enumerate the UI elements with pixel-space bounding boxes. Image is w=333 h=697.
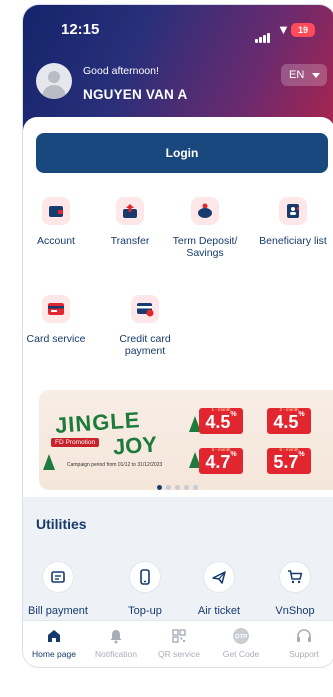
signal-icon xyxy=(255,26,271,43)
greeting-text: Good afternoon! xyxy=(83,65,159,77)
service-account[interactable]: Account xyxy=(23,197,91,247)
pagination-dot[interactable] xyxy=(157,485,162,490)
rate-value: 4.5 xyxy=(273,412,299,432)
rate-badge: 1 - month 4.5% xyxy=(199,407,243,434)
service-beneficiary-list[interactable]: Beneficiary list xyxy=(258,197,328,247)
nav-qr-service[interactable]: QR service xyxy=(148,627,210,659)
rate-value: 5.7 xyxy=(273,452,299,472)
rate-badge: 2 - month 4.5% xyxy=(267,407,311,434)
nav-notification[interactable]: Notification xyxy=(85,627,147,659)
rate-term: 2 - month xyxy=(279,407,299,412)
service-label: Term Deposit/ Savings xyxy=(172,235,238,259)
avatar[interactable] xyxy=(36,63,72,99)
avatar-body-shape xyxy=(42,85,66,99)
piggy-bank-icon xyxy=(191,197,219,225)
user-name: NGUYEN VAN A xyxy=(83,87,188,102)
avatar-head-shape xyxy=(48,71,60,83)
banner-pagination[interactable] xyxy=(157,485,217,493)
rate-badge: 3 - month 4.7% xyxy=(199,447,243,474)
nav-label: QR service xyxy=(157,649,201,659)
card-icon xyxy=(42,295,70,323)
service-label: Card service xyxy=(26,333,86,345)
phone-screen: 12:15 ▼ 19 Good afternoon! NGUYEN VAN A … xyxy=(23,5,333,667)
login-button[interactable]: Login xyxy=(36,133,328,173)
pagination-dot[interactable] xyxy=(193,485,198,490)
otp-icon: OTP xyxy=(210,627,272,645)
utility-label: VnShop xyxy=(275,605,315,617)
utility-air-ticket[interactable]: Air ticket xyxy=(183,561,255,617)
christmas-tree-icon xyxy=(43,454,55,470)
service-term-deposit[interactable]: Term Deposit/ Savings xyxy=(170,197,240,259)
transfer-icon xyxy=(116,197,144,225)
bell-icon xyxy=(85,627,147,645)
phone-icon xyxy=(129,561,161,593)
wifi-icon: ▼ xyxy=(277,22,290,37)
pagination-dot[interactable] xyxy=(175,485,180,490)
chevron-down-icon xyxy=(312,73,320,78)
credit-card-payment-icon xyxy=(131,295,159,323)
utility-top-up[interactable]: Top-up xyxy=(109,561,181,617)
contact-book-icon xyxy=(279,197,307,225)
utility-vnshop[interactable]: VnShop xyxy=(259,561,331,617)
service-credit-card-payment[interactable]: Credit card payment xyxy=(110,295,180,357)
nav-label: Get Code xyxy=(222,649,260,659)
nav-label: Notification xyxy=(94,649,138,659)
nav-get-code[interactable]: OTP Get Code xyxy=(210,627,272,659)
rate-term: 3 - month xyxy=(211,447,231,452)
banner-campaign-period: Campaign period from 01/12 to 31/12/2023 xyxy=(67,462,163,468)
rate-value: 4.5 xyxy=(205,412,231,432)
banner-title-line2: JOY xyxy=(112,431,158,460)
pagination-dot[interactable] xyxy=(166,485,171,490)
utility-label: Top-up xyxy=(128,605,162,617)
svg-text:OTP: OTP xyxy=(235,635,247,641)
utility-label: Air ticket xyxy=(197,605,241,617)
nav-home[interactable]: Home page xyxy=(23,627,85,659)
airplane-icon xyxy=(203,561,235,593)
rate-term: 6 - month xyxy=(279,447,299,452)
status-bar: 12:15 ▼ 19 xyxy=(23,17,333,43)
language-code: EN xyxy=(289,69,305,81)
rate-term: 1 - month xyxy=(211,407,231,412)
service-label: Transfer xyxy=(110,235,150,247)
status-time: 12:15 xyxy=(61,21,100,38)
service-card[interactable]: Card service xyxy=(23,295,91,345)
promo-banner[interactable]: JINGLE JOY FD Promotion Campaign period … xyxy=(39,390,333,490)
battery-icon: 19 xyxy=(291,23,315,37)
headset-icon xyxy=(273,627,333,645)
qr-icon xyxy=(148,627,210,645)
bottom-navigation: Home page Notification QR service OTP Ge… xyxy=(23,620,333,667)
utilities-title: Utilities xyxy=(36,516,87,532)
nav-support[interactable]: Support xyxy=(273,627,333,659)
cart-icon xyxy=(279,561,311,593)
utility-bill-payment[interactable]: Bill payment xyxy=(23,561,94,617)
service-label: Account xyxy=(37,235,75,247)
pagination-dot[interactable] xyxy=(184,485,189,490)
main-panel: Login Account Transfer Term Deposit/ Sav… xyxy=(23,117,333,667)
bill-icon xyxy=(42,561,74,593)
service-transfer[interactable]: Transfer xyxy=(95,197,165,247)
service-label: Credit card payment xyxy=(119,333,171,357)
service-label: Beneficiary list xyxy=(259,235,327,247)
home-icon xyxy=(23,627,85,645)
rate-value: 4.7 xyxy=(205,452,231,472)
banner-tag: FD Promotion xyxy=(51,438,100,447)
rate-badge: 6 - month 5.7% xyxy=(267,447,311,474)
nav-label: Support xyxy=(289,649,319,659)
nav-label: Home page xyxy=(32,649,76,659)
utility-label: Bill payment xyxy=(28,605,88,617)
wallet-icon xyxy=(42,197,70,225)
language-selector[interactable]: EN xyxy=(281,64,327,86)
